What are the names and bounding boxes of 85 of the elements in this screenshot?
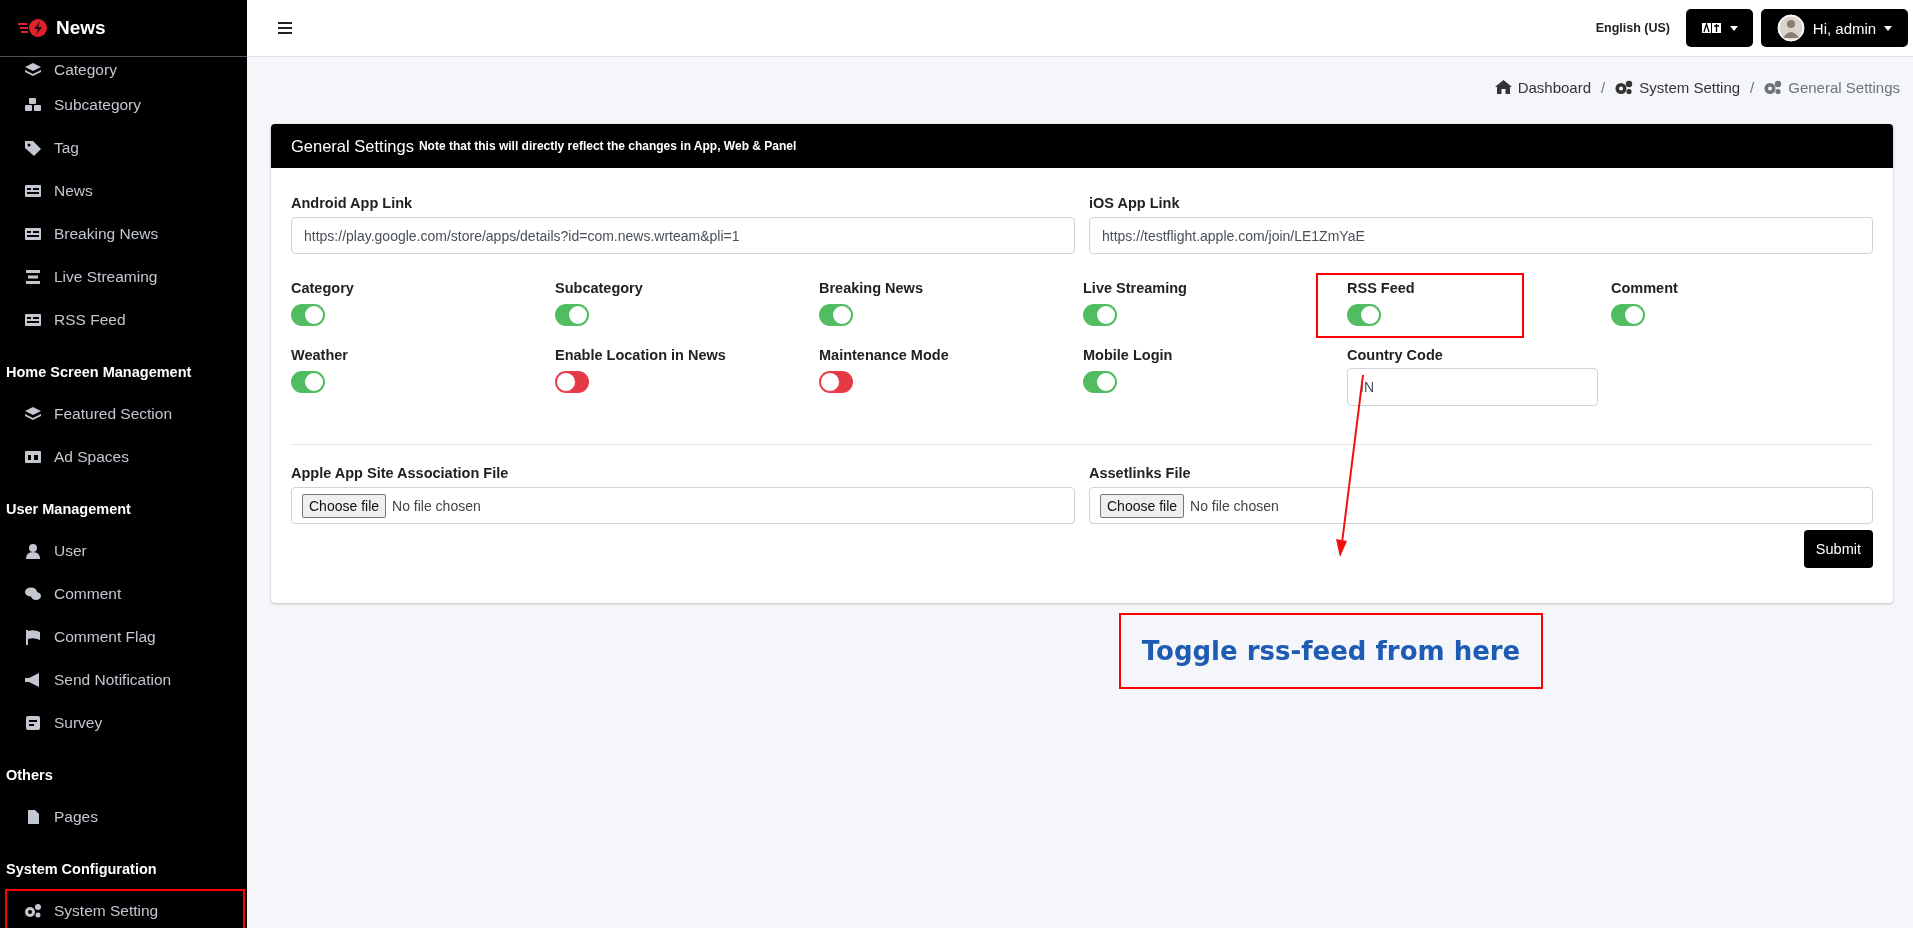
- toggle-switch[interactable]: [291, 304, 325, 326]
- user-menu-button[interactable]: Hi, admin: [1761, 9, 1908, 47]
- sidebar-item[interactable]: Tag: [0, 126, 247, 169]
- field-label: Subcategory: [555, 279, 643, 298]
- card-note: Note that this will directly reflect the changes in App, Web & Panel: [418, 139, 797, 153]
- sidebar-item[interactable]: Comment Flag: [0, 615, 247, 658]
- toggle-switch[interactable]: [291, 371, 325, 393]
- home-icon: [1494, 80, 1512, 94]
- field-label: Maintenance Mode: [819, 346, 949, 365]
- ad-icon: [24, 448, 42, 465]
- sidebar-heading: User Management: [5, 500, 132, 519]
- flag-icon: [24, 628, 42, 645]
- user-icon: [24, 542, 42, 559]
- avatar-icon: [1776, 14, 1805, 42]
- field-label: Enable Location in News: [555, 346, 726, 365]
- field-label: Breaking News: [819, 279, 923, 298]
- toggle-switch[interactable]: [819, 371, 853, 393]
- field-label: Comment: [1611, 279, 1678, 298]
- translate-button[interactable]: [1686, 9, 1753, 47]
- toggle-switch[interactable]: [555, 304, 589, 326]
- sidebar-item[interactable]: News: [0, 169, 247, 212]
- megaphone-icon: [24, 671, 42, 688]
- sidebar-item[interactable]: RSS Feed: [0, 298, 247, 341]
- input-field[interactable]: https://play.google.com/store/apps/details?id=com.news.wrteam&pli=1: [291, 217, 1075, 254]
- sidebar-item[interactable]: Breaking News: [0, 212, 247, 255]
- submit-button[interactable]: Submit: [1803, 530, 1873, 568]
- tag-icon: [24, 139, 42, 156]
- gears-icon: [24, 902, 42, 919]
- sidebar-item[interactable]: System Setting: [5, 889, 245, 928]
- field-label: RSS Feed: [1347, 279, 1415, 298]
- newspaper-icon: [24, 182, 42, 199]
- sidebar-item[interactable]: Pages: [0, 795, 247, 838]
- toggle-switch[interactable]: [1083, 371, 1117, 393]
- toggle-switch[interactable]: [555, 371, 589, 393]
- menu-icon[interactable]: [278, 22, 292, 34]
- toggle-switch[interactable]: [819, 304, 853, 326]
- field-label: Apple App Site Association File: [291, 464, 510, 483]
- annotation-note: Toggle rss-feed from here: [1119, 613, 1543, 689]
- sidebar-item[interactable]: Survey: [0, 701, 247, 744]
- language-label: English (US): [1595, 21, 1670, 35]
- file-input[interactable]: Choose file No file chosen: [1089, 487, 1873, 524]
- sidebar-item[interactable]: Send Notification: [0, 658, 247, 701]
- bars-icon: [24, 268, 42, 285]
- sidebar-item[interactable]: Featured Section: [0, 392, 247, 435]
- toggle-switch[interactable]: [1347, 304, 1381, 326]
- gears-icon: [1615, 79, 1634, 95]
- field-label: Android App Link: [291, 194, 414, 213]
- breadcrumb-separator: /: [1601, 78, 1606, 96]
- bolt-logo-icon: [18, 18, 48, 38]
- survey-icon: [24, 714, 42, 731]
- breadcrumb-link[interactable]: System Setting: [1639, 78, 1741, 96]
- sidebar-item[interactable]: Subcategory: [0, 83, 247, 126]
- newspaper-icon: [24, 311, 42, 328]
- field-label: Live Streaming: [1083, 279, 1187, 298]
- layers-icon: [24, 405, 42, 422]
- newspaper-icon: [24, 225, 42, 242]
- breadcrumb-link[interactable]: Dashboard: [1517, 78, 1592, 96]
- comments-icon: [24, 585, 42, 602]
- toggle-switch[interactable]: [1083, 304, 1117, 326]
- toggle-switch[interactable]: [1611, 304, 1645, 326]
- field-label: Assetlinks File: [1089, 464, 1192, 483]
- field-label: iOS App Link: [1089, 194, 1181, 213]
- sidebar-heading: System Configuration: [5, 860, 158, 879]
- brand-name: News: [56, 17, 106, 39]
- field-label: Country Code: [1347, 346, 1443, 365]
- card-title: General Settings: [291, 136, 414, 156]
- caret-icon: [1884, 25, 1893, 31]
- sidebar-item[interactable]: Live Streaming: [0, 255, 247, 298]
- field-label: Mobile Login: [1083, 346, 1173, 365]
- field-label: Category: [291, 279, 354, 298]
- file-input[interactable]: Choose file No file chosen: [291, 487, 1075, 524]
- caret-icon: [1729, 25, 1738, 31]
- cubes-icon: [24, 96, 42, 113]
- breadcrumb-separator: /: [1750, 78, 1755, 96]
- sidebar-item[interactable]: Category: [0, 57, 247, 83]
- sidebar-heading: Home Screen Management: [5, 363, 193, 382]
- translate-icon: [1701, 23, 1722, 33]
- gears-icon: [1764, 79, 1783, 95]
- breadcrumb-link[interactable]: General Settings: [1788, 78, 1900, 96]
- sidebar-item[interactable]: Comment: [0, 572, 247, 615]
- sidebar-item[interactable]: User: [0, 529, 247, 572]
- sidebar-heading: Others: [5, 766, 54, 785]
- input-field[interactable]: https://testflight.apple.com/join/LE1ZmYaE: [1089, 217, 1873, 254]
- sidebar-item[interactable]: Ad Spaces: [0, 435, 247, 478]
- field-label: Weather: [291, 346, 348, 365]
